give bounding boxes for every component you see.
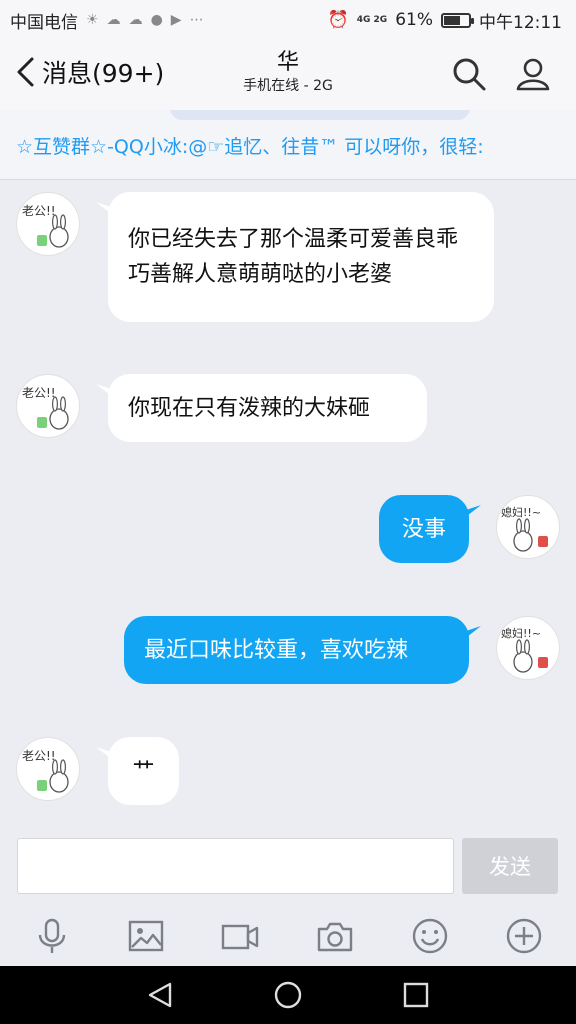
chevron-left-icon bbox=[17, 57, 34, 87]
status-bar: 中国电信 ☀ ☁ ☁ ● ▶ ⋯ ⏰ 4G 2G 61% 中午12:11 bbox=[0, 0, 576, 40]
avatar-husband[interactable]: 老公!! bbox=[16, 192, 80, 256]
profile-button[interactable] bbox=[515, 56, 551, 92]
weather-cloudy-icon: ☁ bbox=[128, 12, 143, 28]
clock: 中午12:11 bbox=[479, 12, 562, 33]
message-text: 艹 bbox=[132, 758, 155, 784]
notice-text: ☆互赞群☆-QQ小冰:@☞追忆、往昔™ 可以呀你，很轻: bbox=[16, 136, 484, 158]
image-icon bbox=[128, 920, 164, 952]
camera-icon bbox=[317, 922, 353, 952]
svg-text:老公!!: 老公!! bbox=[22, 204, 56, 218]
search-button[interactable] bbox=[451, 56, 487, 92]
contact-title[interactable]: 华 手机在线 - 2G bbox=[188, 50, 388, 96]
bubble-tail bbox=[463, 505, 481, 519]
microphone-icon bbox=[38, 918, 66, 953]
message-text: 没事 bbox=[401, 516, 446, 542]
network-type: 4G 2G bbox=[356, 14, 388, 25]
plus-icon bbox=[506, 918, 542, 954]
nav-recents-button[interactable] bbox=[401, 980, 431, 1010]
bubble-tail bbox=[463, 626, 481, 640]
avatar-husband[interactable]: 老公!! bbox=[16, 374, 80, 438]
svg-text:老公!!: 老公!! bbox=[22, 749, 56, 763]
emoji-button[interactable] bbox=[410, 916, 450, 956]
more-button[interactable] bbox=[504, 916, 544, 956]
bunny-avatar-icon: 老公!! bbox=[22, 386, 69, 430]
message-bubble-outgoing[interactable]: 最近口味比较重，喜欢吃辣 bbox=[124, 616, 469, 684]
svg-text:媳妇!!~: 媳妇!!~ bbox=[501, 626, 541, 640]
camera-button[interactable] bbox=[315, 916, 355, 956]
bunny-avatar-icon: 老公!! bbox=[22, 749, 69, 793]
message-bubble-outgoing[interactable]: 没事 bbox=[379, 495, 469, 563]
contact-status: 手机在线 - 2G bbox=[243, 78, 333, 94]
message-list[interactable]: 老公!! 你已经失去了那个温柔可爱善良乖巧善解人意萌萌哒的小老婆 老公!! 你现… bbox=[0, 180, 576, 830]
avatar-wife[interactable]: 媳妇!!~ bbox=[496, 616, 560, 680]
carrier-label: 中国电信 bbox=[10, 12, 78, 33]
emoji-icon bbox=[412, 918, 448, 954]
message-text: 你已经失去了那个温柔可爱善良乖巧善解人意萌萌哒的小老婆 bbox=[128, 227, 459, 287]
notice-bubble-shadow bbox=[170, 110, 470, 120]
group-notice-bar[interactable]: ☆互赞群☆-QQ小冰:@☞追忆、往昔™ 可以呀你，很轻: bbox=[0, 110, 576, 180]
avatar-husband[interactable]: 老公!! bbox=[16, 737, 80, 801]
bunny-avatar-icon: 媳妇!!~ bbox=[501, 626, 548, 673]
back-label: 消息(99+) bbox=[42, 59, 165, 88]
message-bubble-incoming[interactable]: 艹 bbox=[108, 737, 179, 805]
message-input[interactable] bbox=[17, 838, 454, 894]
message-bubble-incoming[interactable]: 你已经失去了那个温柔可爱善良乖巧善解人意萌萌哒的小老婆 bbox=[108, 192, 494, 322]
contact-name: 华 bbox=[276, 50, 299, 75]
bunny-avatar-icon: 媳妇!!~ bbox=[501, 505, 548, 552]
composer: 发送 bbox=[0, 830, 576, 910]
triangle-back-icon bbox=[148, 982, 172, 1008]
image-button[interactable] bbox=[126, 916, 166, 956]
more-notifications-icon: ⋯ bbox=[189, 12, 204, 28]
back-button[interactable]: 消息(99+) bbox=[14, 54, 164, 90]
search-icon bbox=[453, 58, 486, 91]
svg-text:媳妇!!~: 媳妇!!~ bbox=[501, 505, 541, 519]
nav-home-button[interactable] bbox=[273, 980, 303, 1010]
message-bubble-incoming[interactable]: 你现在只有泼辣的大妹砸 bbox=[108, 374, 427, 442]
bunny-avatar-icon: 老公!! bbox=[22, 204, 69, 248]
alarm-icon: ⏰ bbox=[327, 10, 349, 30]
weather-cloud-icon: ☁ bbox=[106, 12, 121, 28]
battery-level bbox=[444, 15, 460, 25]
chat-header: 消息(99+) 华 手机在线 - 2G bbox=[0, 40, 576, 110]
circle-home-icon bbox=[274, 981, 302, 1009]
battery-percent: 61% bbox=[395, 10, 433, 30]
system-nav-bar bbox=[0, 966, 576, 1024]
person-icon bbox=[516, 58, 550, 91]
message-text: 你现在只有泼辣的大妹砸 bbox=[128, 395, 371, 421]
video-call-button[interactable] bbox=[220, 916, 260, 956]
send-button[interactable]: 发送 bbox=[462, 838, 558, 894]
voice-button[interactable] bbox=[32, 916, 72, 956]
nav-back-button[interactable] bbox=[145, 980, 175, 1010]
message-text: 最近口味比较重，喜欢吃辣 bbox=[144, 637, 409, 663]
weather-sun-icon: ☀ bbox=[86, 12, 99, 28]
square-recents-icon bbox=[403, 982, 429, 1008]
wechat-icon: ● bbox=[150, 12, 163, 28]
avatar-wife[interactable]: 媳妇!!~ bbox=[496, 495, 560, 559]
video-icon bbox=[221, 924, 259, 950]
composer-toolbar bbox=[0, 910, 576, 966]
video-app-icon: ▶ bbox=[170, 12, 182, 28]
battery-icon bbox=[441, 12, 474, 28]
svg-text:老公!!: 老公!! bbox=[22, 386, 56, 400]
